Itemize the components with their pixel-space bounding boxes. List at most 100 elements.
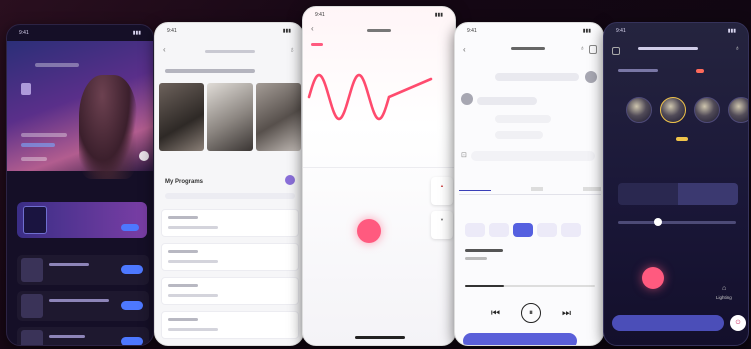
pattern-chip[interactable] bbox=[465, 223, 485, 237]
track-play-button[interactable] bbox=[121, 301, 143, 310]
pause-button[interactable]: ⏸ bbox=[521, 303, 541, 323]
list-item[interactable] bbox=[161, 243, 299, 271]
track-thumbnail bbox=[21, 330, 43, 345]
power-button[interactable]: ⏻ bbox=[730, 315, 746, 331]
row-label-placeholder bbox=[168, 216, 198, 219]
microphone-icon[interactable]: ♁ bbox=[289, 45, 295, 54]
track-play-button[interactable] bbox=[121, 337, 143, 345]
lighting-label: Lighting bbox=[716, 295, 732, 300]
mode-label-placeholder bbox=[311, 43, 323, 46]
page-title-placeholder bbox=[205, 50, 255, 53]
list-item[interactable] bbox=[161, 209, 299, 237]
status-time: 9:41 bbox=[19, 30, 29, 36]
pattern-chip[interactable] bbox=[561, 223, 581, 237]
track-title-placeholder bbox=[49, 263, 89, 266]
primary-action-button[interactable] bbox=[612, 315, 724, 331]
status-time: 9:41 bbox=[616, 28, 626, 34]
hero-title-placeholder bbox=[35, 63, 79, 67]
primary-action-button[interactable] bbox=[463, 333, 577, 345]
hero-banner[interactable] bbox=[7, 41, 153, 179]
tab[interactable] bbox=[459, 187, 491, 191]
pattern-chip[interactable] bbox=[513, 223, 533, 237]
tab[interactable] bbox=[583, 187, 601, 191]
add-program-button[interactable] bbox=[285, 175, 295, 185]
progress-fill bbox=[465, 285, 504, 287]
play-button[interactable] bbox=[642, 267, 664, 289]
message-bubble bbox=[495, 131, 543, 139]
row-value-placeholder bbox=[168, 328, 218, 331]
status-badge bbox=[696, 69, 704, 73]
back-chevron-icon[interactable]: ‹ bbox=[311, 24, 314, 33]
list-item[interactable] bbox=[17, 327, 149, 345]
program-photo[interactable] bbox=[255, 83, 301, 151]
list-item[interactable] bbox=[17, 255, 149, 285]
progress-strip bbox=[165, 193, 295, 199]
mood-option[interactable] bbox=[728, 97, 748, 123]
menu-icon[interactable] bbox=[612, 47, 620, 55]
device-icon[interactable] bbox=[589, 45, 597, 54]
intensity-slider[interactable] bbox=[618, 218, 736, 226]
list-item[interactable] bbox=[17, 291, 149, 321]
phone-screen-chat-player: 9:41 ▮▮▮ ‹ ♁ ⊡ ⏮ ⏸ ⏭ bbox=[454, 22, 604, 346]
row-value-placeholder bbox=[168, 260, 218, 263]
track-title-placeholder bbox=[49, 299, 109, 302]
header-title-placeholder bbox=[638, 47, 698, 50]
segment[interactable] bbox=[618, 183, 678, 205]
back-chevron-icon[interactable]: ‹ bbox=[163, 45, 166, 54]
row-label-placeholder bbox=[168, 284, 198, 287]
program-photo[interactable] bbox=[159, 83, 205, 151]
playback-progress[interactable] bbox=[465, 285, 595, 287]
pattern-chip[interactable] bbox=[537, 223, 557, 237]
mood-option[interactable] bbox=[694, 97, 720, 123]
hero-button-placeholder[interactable] bbox=[21, 143, 55, 147]
mood-option-selected[interactable] bbox=[660, 97, 686, 123]
side-mode-button[interactable]: ▼ bbox=[431, 211, 453, 239]
waveform-graph bbox=[307, 73, 433, 121]
lighting-icon[interactable]: ⌂ bbox=[722, 285, 726, 292]
mood-option[interactable] bbox=[626, 97, 652, 123]
page-title-placeholder bbox=[367, 29, 391, 32]
track-play-button[interactable] bbox=[121, 265, 143, 274]
my-programs-heading: My Programs bbox=[165, 179, 204, 185]
phone-screen-remote-control: 9:41 ▮▮▮ ♁ ⌂ Lighting ⏻ bbox=[603, 22, 749, 346]
selected-mood-badge bbox=[676, 137, 688, 141]
mood-selector bbox=[626, 97, 748, 123]
featured-play-button[interactable] bbox=[121, 224, 139, 231]
battery-icon: ▮▮▮ bbox=[727, 28, 736, 34]
slider-knob[interactable] bbox=[654, 218, 662, 226]
back-chevron-icon[interactable]: ‹ bbox=[463, 45, 466, 54]
previous-icon[interactable]: ⏮ bbox=[491, 308, 500, 319]
mode-tabs bbox=[459, 187, 601, 195]
status-bar: 9:41 ▮▮▮ bbox=[604, 23, 748, 39]
status-bar: 9:41 ▮▮▮ bbox=[455, 23, 603, 39]
hero-meta-placeholder bbox=[21, 157, 47, 161]
featured-thumbnail bbox=[23, 206, 47, 234]
hero-avatar[interactable] bbox=[139, 151, 149, 161]
tab[interactable] bbox=[531, 187, 543, 191]
segment-selected[interactable] bbox=[678, 183, 738, 205]
row-label-placeholder bbox=[168, 318, 198, 321]
track-title-placeholder bbox=[49, 335, 85, 338]
pattern-chip[interactable] bbox=[489, 223, 509, 237]
microphone-icon[interactable]: ♁ bbox=[580, 45, 585, 52]
side-mode-button[interactable]: ▲ bbox=[431, 177, 453, 205]
featured-track-card[interactable] bbox=[17, 202, 147, 238]
list-item[interactable] bbox=[161, 277, 299, 305]
track-thumbnail bbox=[21, 258, 43, 282]
next-icon[interactable]: ⏭ bbox=[562, 308, 571, 319]
message-input[interactable] bbox=[471, 151, 595, 161]
program-photo-carousel[interactable] bbox=[159, 83, 301, 151]
microphone-icon[interactable]: ♁ bbox=[735, 45, 740, 52]
avatar bbox=[461, 93, 473, 105]
list-item[interactable] bbox=[161, 311, 299, 339]
row-value-placeholder bbox=[168, 294, 218, 297]
play-button[interactable] bbox=[357, 219, 381, 243]
program-photo[interactable] bbox=[207, 83, 253, 151]
attachment-icon[interactable]: ⊡ bbox=[461, 151, 467, 159]
row-value-placeholder bbox=[168, 226, 218, 229]
status-bar: 9:41 ▮▮▮ bbox=[303, 7, 455, 23]
waveform-line bbox=[307, 73, 433, 121]
message-bubble bbox=[495, 115, 551, 123]
phone-screen-waveform: 9:41 ▮▮▮ ‹ ▲ ▼ bbox=[302, 6, 456, 346]
pattern-chips bbox=[465, 223, 595, 237]
